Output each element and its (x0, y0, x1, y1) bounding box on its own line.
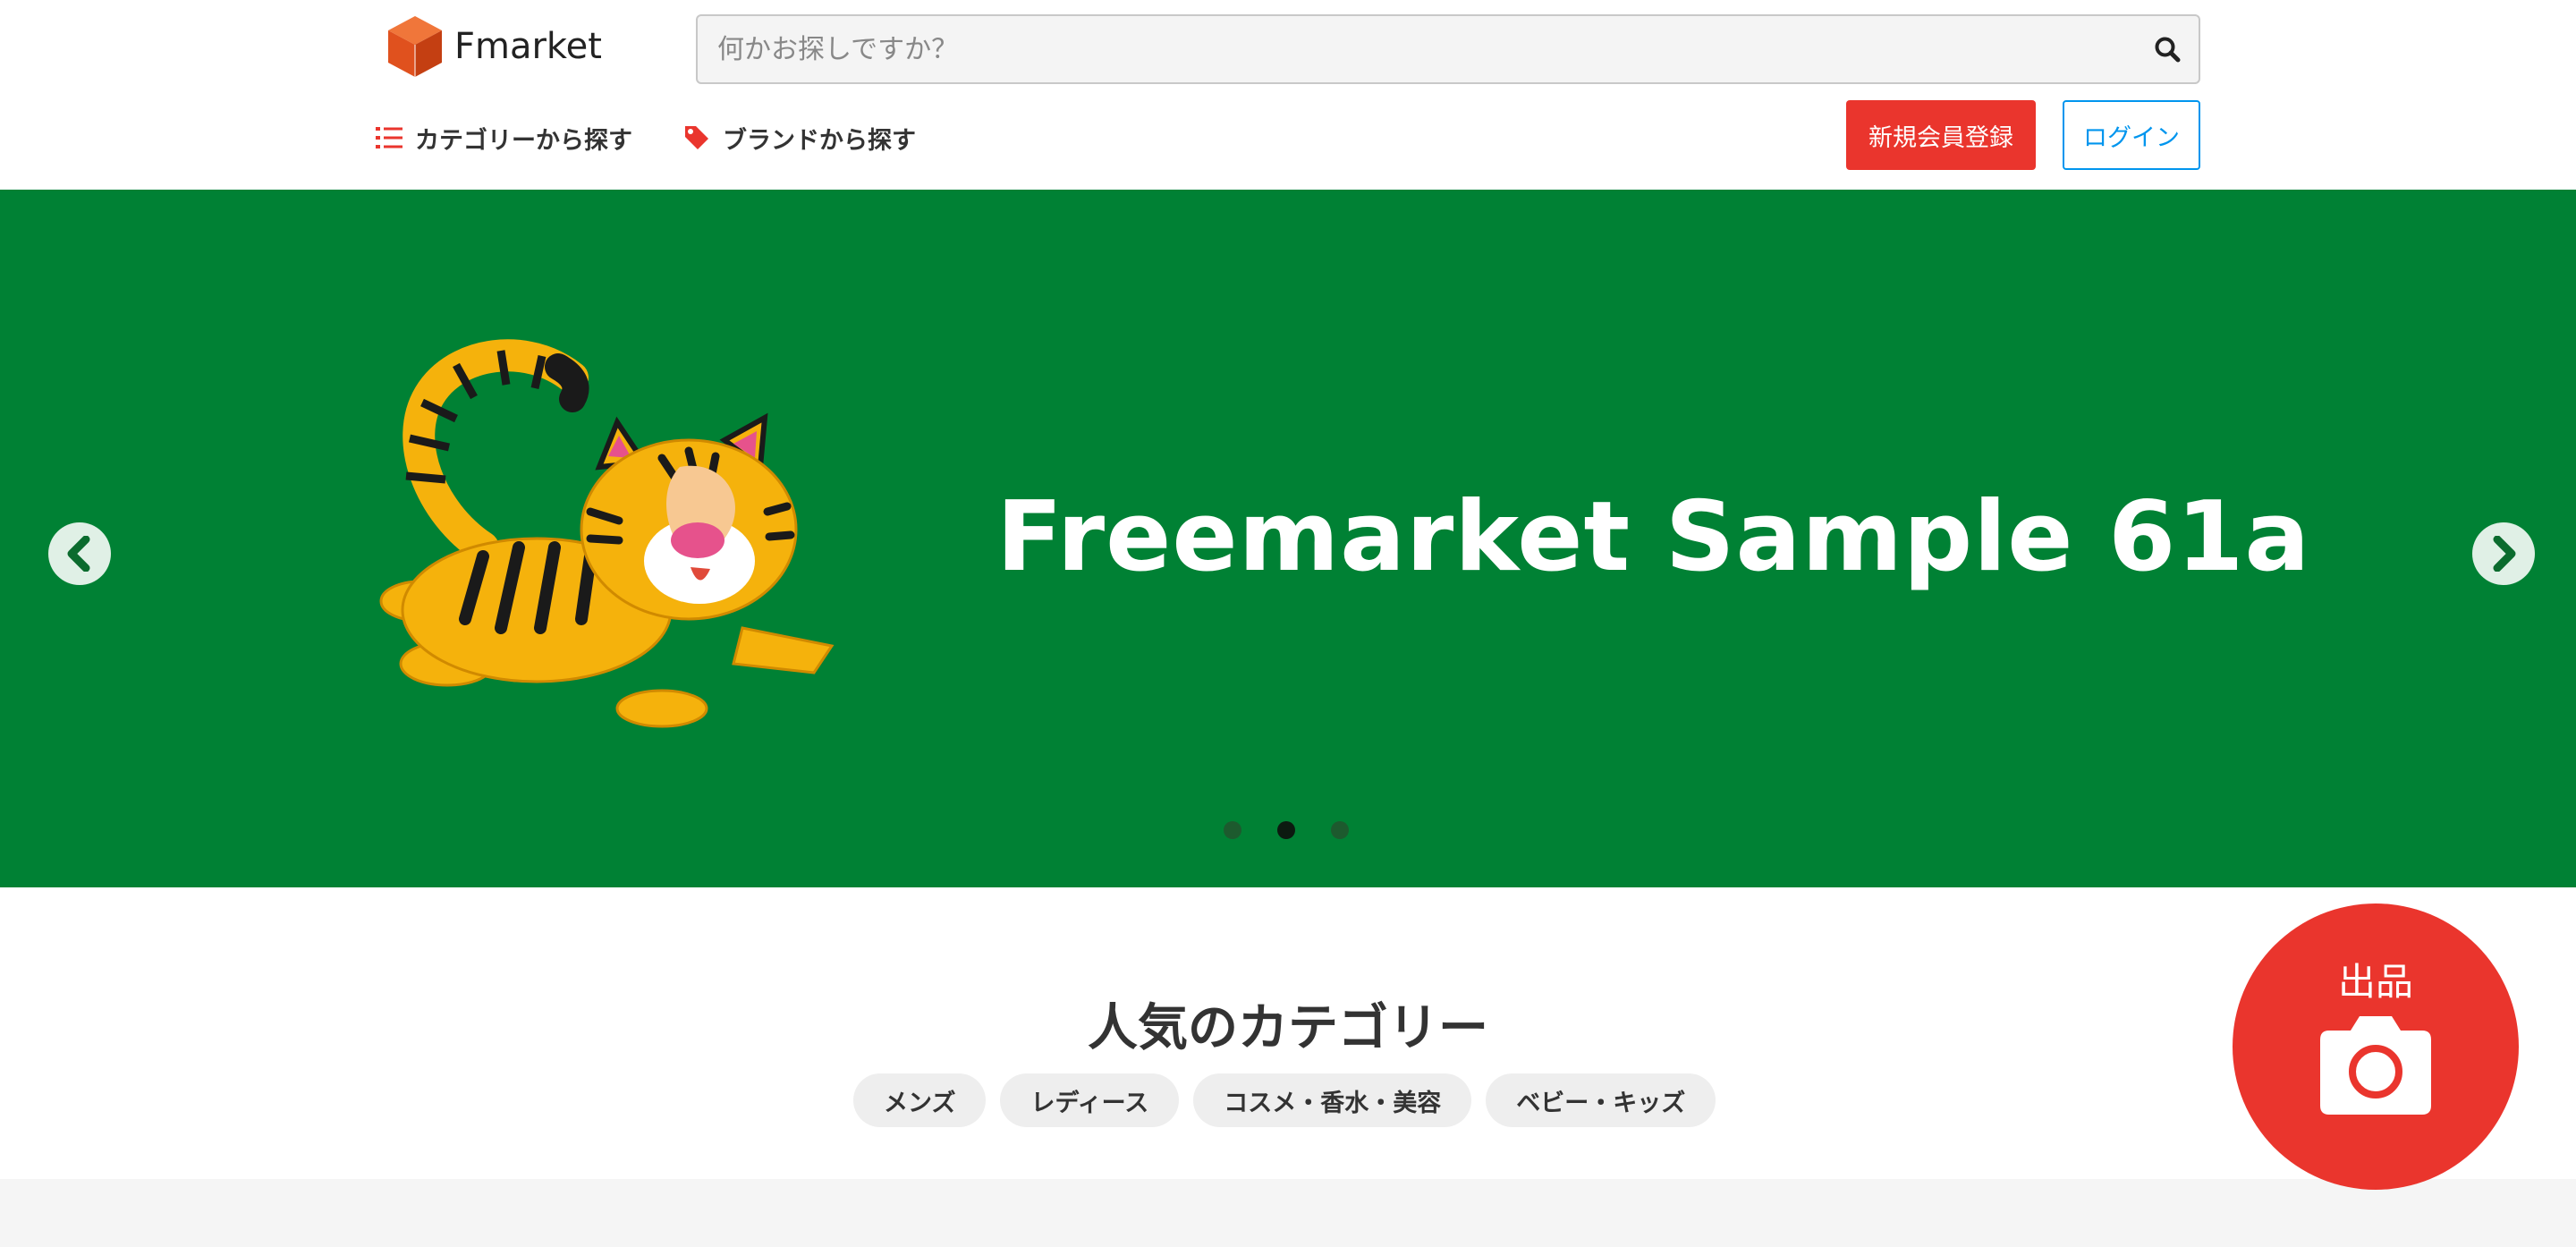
site-header: Fmarket カテゴリーから探す (0, 0, 2576, 190)
category-pill-mens[interactable]: メンズ (853, 1073, 987, 1127)
carousel-dots (1224, 821, 1349, 839)
nav-category-label: カテゴリーから探す (415, 126, 632, 155)
search-box (696, 14, 2200, 84)
popular-category-list: メンズ レディース コスメ・香水・美容 ベビー・キッズ (853, 1073, 1716, 1127)
popular-categories-title: 人気のカテゴリー (1088, 999, 1488, 1057)
tiger-illustration (379, 339, 835, 728)
signup-button[interactable]: 新規会員登録 (1846, 100, 2036, 170)
carousel-next-button[interactable] (2472, 522, 2535, 585)
carousel-dot-3[interactable] (1331, 821, 1349, 839)
carousel-dot-1[interactable] (1224, 821, 1241, 839)
login-button[interactable]: ログイン (2063, 100, 2200, 170)
sell-button[interactable]: 出品 (2233, 903, 2519, 1190)
hero-title: Freemarket Sample 61a (996, 481, 2311, 593)
chevron-right-icon (2493, 536, 2516, 572)
list-icon (376, 127, 402, 148)
tag-icon (685, 126, 708, 149)
carousel-dot-2[interactable] (1277, 821, 1295, 839)
sell-label: 出品 (2337, 960, 2413, 1004)
logo-cube-icon (388, 16, 442, 77)
category-pill-ladies[interactable]: レディース (1000, 1073, 1180, 1127)
search-button[interactable] (2148, 30, 2186, 68)
camera-icon (2320, 1016, 2431, 1115)
nav-category-search[interactable]: カテゴリーから探す (376, 120, 632, 156)
carousel-prev-button[interactable] (48, 522, 111, 585)
search-icon (2155, 37, 2181, 63)
logo-text: Fmarket (454, 26, 602, 67)
nav-brand-search[interactable]: ブランドから探す (683, 120, 916, 156)
category-pill-cosmetics[interactable]: コスメ・香水・美容 (1193, 1073, 1472, 1127)
page: Fmarket カテゴリーから探す (0, 0, 2576, 1247)
content-band (0, 1179, 2576, 1247)
category-pill-baby-kids[interactable]: ベビー・キッズ (1486, 1073, 1716, 1127)
chevron-left-icon (67, 536, 90, 572)
hero-carousel: Freemarket Sample 61a (0, 190, 2576, 887)
logo-link[interactable]: Fmarket (386, 13, 602, 81)
search-input[interactable] (698, 16, 2111, 82)
nav-brand-label: ブランドから探す (723, 126, 916, 155)
